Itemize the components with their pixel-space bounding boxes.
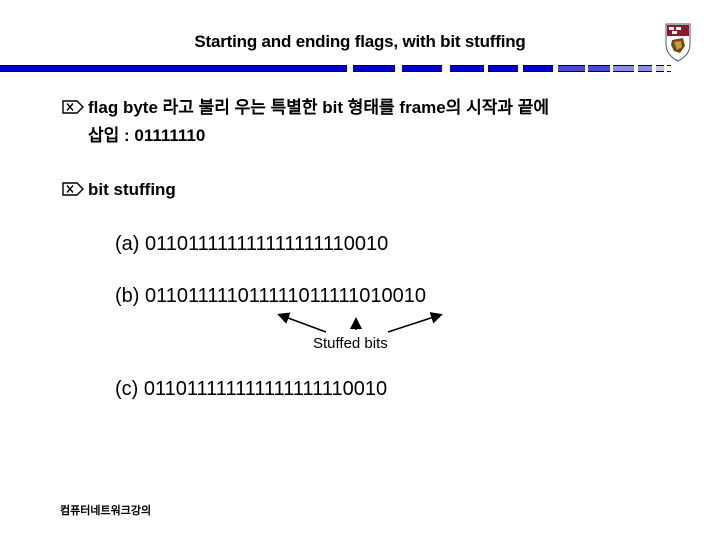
footer-text: 컴퓨터네트워크강의 xyxy=(60,505,152,517)
arrow-left xyxy=(277,312,327,333)
stuffed-bits-arrows xyxy=(277,312,443,333)
arrow-right xyxy=(387,312,443,333)
stuffed-bits-label: Stuffed bits xyxy=(313,335,388,352)
sequence-c: (c) 011011111111111111110010 xyxy=(115,378,388,400)
